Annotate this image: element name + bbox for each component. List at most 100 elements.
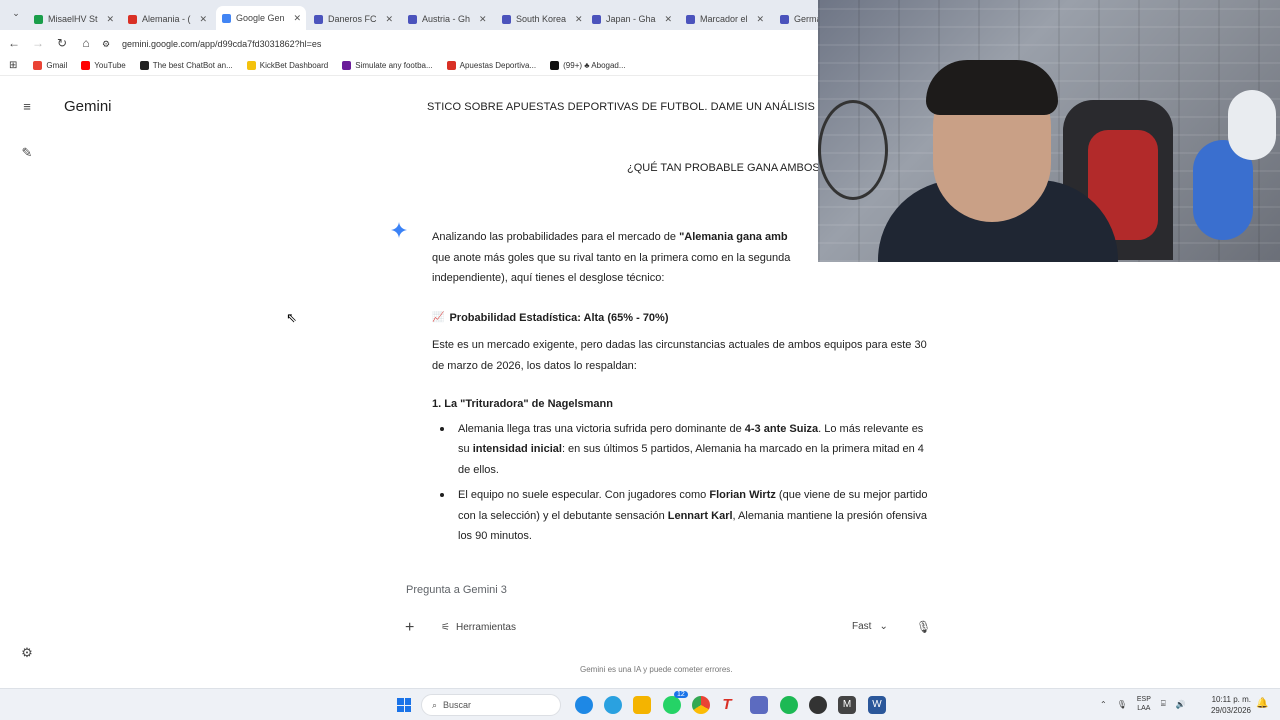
list-item: El equipo no suele especular. Con jugado… bbox=[432, 485, 932, 547]
calculator-icon[interactable] bbox=[750, 696, 768, 714]
plush-toy bbox=[1228, 90, 1276, 160]
recorder-icon[interactable] bbox=[809, 696, 827, 714]
forward-icon[interactable]: → bbox=[26, 36, 50, 50]
close-icon[interactable]: ✕ bbox=[479, 14, 487, 25]
site-info-icon[interactable]: ⚙ bbox=[102, 39, 110, 50]
bookmark-chatbot[interactable]: The best ChatBot an... bbox=[139, 61, 233, 70]
text-bold: 4-3 ante Suiza bbox=[744, 422, 819, 435]
close-icon[interactable]: ✕ bbox=[665, 14, 673, 25]
tab-0[interactable]: MisaelHV St ✕ bbox=[28, 8, 120, 30]
bookmark-gmail[interactable]: Gmail bbox=[33, 61, 67, 70]
chatbot-icon bbox=[139, 61, 149, 70]
kickbet-icon bbox=[246, 61, 256, 70]
close-icon[interactable]: ✕ bbox=[757, 14, 765, 25]
telegram-icon[interactable] bbox=[604, 696, 622, 714]
user-message: ¿QUÉ TAN PROBABLE GANA AMBOS bbox=[627, 162, 820, 174]
m-app-icon[interactable]: M bbox=[838, 696, 856, 714]
word-icon[interactable]: W bbox=[868, 696, 886, 714]
apps-grid-icon[interactable]: ⊞ bbox=[9, 60, 17, 71]
close-icon[interactable]: ✕ bbox=[294, 13, 302, 24]
edge-icon[interactable] bbox=[575, 696, 593, 714]
tab-7[interactable]: Marcador el ✕ bbox=[680, 8, 772, 30]
search-icon: ⌕ bbox=[432, 699, 438, 710]
text: Analizando las probabilidades para el me… bbox=[432, 231, 680, 243]
user-message: STICO SOBRE APUESTAS DEPORTIVAS DE FUTBO… bbox=[427, 101, 815, 113]
back-icon[interactable]: ← bbox=[2, 36, 26, 50]
address-bar[interactable]: ⚙ gemini.google.com/app/d99cda7fd3031862… bbox=[102, 34, 808, 54]
notification-bell-icon[interactable]: 🔔 bbox=[1256, 698, 1268, 709]
tab-1[interactable]: Alemania - ( ✕ bbox=[122, 8, 214, 30]
bullet-list: Alemania llega tras una victoria sufrida… bbox=[432, 419, 932, 547]
text-bold: "Alemania gana amb bbox=[679, 231, 788, 243]
windows-start-icon[interactable] bbox=[397, 698, 411, 712]
tiktok-icon bbox=[550, 61, 560, 70]
bookmark-tiktok[interactable]: (99+) ♣ Abogad... bbox=[550, 61, 626, 70]
tab-favicon-icon bbox=[128, 14, 137, 24]
tab-search-icon[interactable]: ⌄ bbox=[4, 8, 28, 19]
clock[interactable]: 10:11 p. m. 29/03/2026 bbox=[1205, 694, 1251, 716]
notification-badge: 12 bbox=[674, 691, 688, 698]
mouse-cursor-icon: ⇖ bbox=[286, 310, 297, 325]
text-bold: intensidad inicial bbox=[472, 443, 562, 455]
taskbar-search[interactable]: ⌕ Buscar bbox=[421, 694, 561, 716]
volume-icon[interactable]: 🔊 bbox=[1176, 700, 1186, 709]
tab-3[interactable]: Daneros FC ✕ bbox=[308, 8, 400, 30]
url-text: gemini.google.com/app/d99cda7fd3031862?h… bbox=[122, 39, 322, 49]
stat-heading-text: Probabilidad Estadística: Alta (65% - 70… bbox=[449, 311, 669, 324]
prompt-input-box[interactable]: Pregunta a Gemini 3 + ⚟ Herramientas Fas… bbox=[395, 575, 935, 655]
tab-5[interactable]: South Korea ✕ bbox=[496, 8, 588, 30]
text: que anote más goles que su rival tanto e… bbox=[432, 251, 791, 264]
chevron-up-icon[interactable]: ⌃ bbox=[1100, 700, 1107, 709]
close-icon[interactable]: ✕ bbox=[575, 14, 583, 25]
tab-label: Austria - Gh bbox=[422, 14, 471, 24]
response-paragraph: Este es un mercado exigente, pero dadas … bbox=[432, 339, 927, 372]
list-item: Alemania llega tras una victoria sufrida… bbox=[432, 419, 932, 481]
person-hair bbox=[926, 60, 1058, 115]
disclaimer: Gemini es una IA y puede cometer errores… bbox=[580, 665, 733, 674]
model-response: Analizando las probabilidades para el me… bbox=[432, 227, 932, 552]
tab-favicon-icon bbox=[686, 14, 695, 24]
date: 29/03/2026 bbox=[1210, 706, 1251, 715]
text: Alemania llega tras una victoria sufrida… bbox=[458, 422, 745, 435]
chart-increasing-icon: 📈 bbox=[432, 311, 445, 323]
lang-line: ESP bbox=[1136, 696, 1151, 703]
add-icon[interactable]: + bbox=[405, 619, 414, 637]
close-icon[interactable]: ✕ bbox=[386, 14, 394, 25]
microphone-tray-icon[interactable]: 🎙 bbox=[1117, 700, 1127, 709]
close-icon[interactable]: ✕ bbox=[107, 14, 115, 25]
tab-label: Alemania - ( bbox=[142, 14, 191, 24]
network-icon[interactable]: ⌸ bbox=[1161, 699, 1166, 709]
language-indicator[interactable]: ESP LAA bbox=[1137, 695, 1151, 713]
time: 10:11 p. m. bbox=[1211, 695, 1251, 704]
tools-button[interactable]: ⚟ Herramientas bbox=[441, 622, 516, 633]
prompt-placeholder[interactable]: Pregunta a Gemini 3 bbox=[406, 584, 507, 596]
bookmark-label: Gmail bbox=[46, 61, 68, 70]
model-selector[interactable]: Fast ⌄ bbox=[852, 621, 888, 632]
chrome-icon[interactable] bbox=[692, 696, 710, 714]
bookmark-label: YouTube bbox=[94, 61, 126, 70]
microphone-icon[interactable]: 🎙 bbox=[916, 620, 931, 634]
bookmark-simulate[interactable]: Simulate any footba... bbox=[342, 61, 433, 70]
tab-label: Google Gen bbox=[236, 13, 285, 23]
text-bold: Lennart Karl bbox=[667, 509, 733, 522]
tab-favicon-icon bbox=[408, 14, 417, 24]
bookmark-apuestas[interactable]: Apuestas Deportiva... bbox=[446, 61, 536, 70]
bookmark-kickbet[interactable]: KickBet Dashboard bbox=[246, 61, 329, 70]
spotify-icon[interactable] bbox=[780, 696, 798, 714]
close-icon[interactable]: ✕ bbox=[200, 14, 208, 25]
reload-icon[interactable]: ↻ bbox=[50, 36, 74, 50]
tab-4[interactable]: Austria - Gh ✕ bbox=[402, 8, 494, 30]
bookmark-label: Simulate any footba... bbox=[355, 61, 433, 70]
bookmark-youtube[interactable]: YouTube bbox=[81, 61, 126, 70]
bookmark-label: KickBet Dashboard bbox=[259, 61, 329, 70]
text-app-icon[interactable]: T bbox=[718, 696, 736, 714]
taskbar: ⌕ Buscar 12 T M W ⌃ 🎙 ESP LAA ⌸ 🔊 10:11 … bbox=[0, 688, 1280, 720]
tab-2-active[interactable]: Google Gen ✕ bbox=[216, 6, 306, 30]
file-explorer-icon[interactable] bbox=[633, 696, 651, 714]
home-icon[interactable]: ⌂ bbox=[74, 36, 98, 50]
text: El equipo no suele especular. Con jugado… bbox=[458, 489, 710, 501]
model-label: Fast bbox=[852, 621, 872, 632]
tab-6[interactable]: Japan - Gha ✕ bbox=[586, 8, 678, 30]
tab-favicon-icon bbox=[592, 14, 601, 24]
whatsapp-icon[interactable] bbox=[663, 696, 681, 714]
